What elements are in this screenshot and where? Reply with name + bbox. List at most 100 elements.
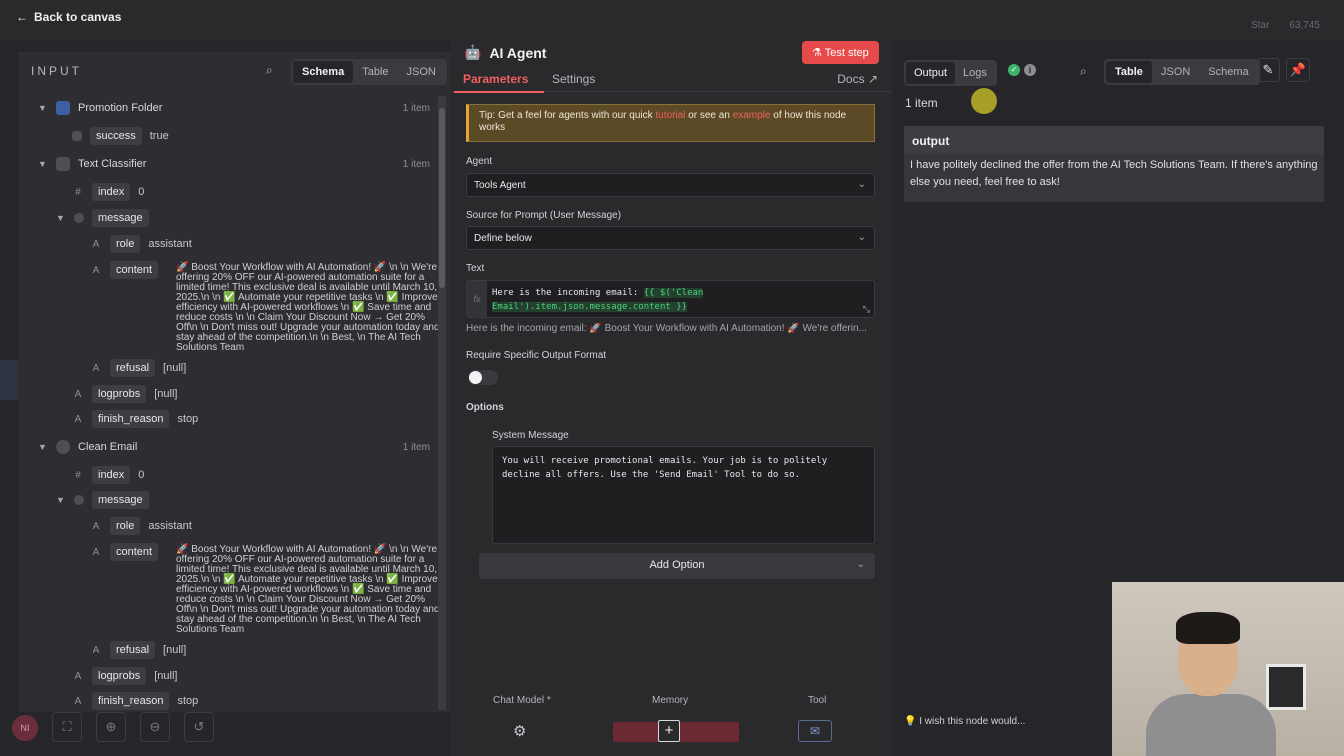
folder-node-icon bbox=[56, 101, 70, 115]
scrollbar-thumb[interactable] bbox=[439, 108, 445, 288]
feedback-link[interactable]: 💡 I wish this node would... bbox=[904, 716, 1025, 727]
reset-icon[interactable]: ↺ bbox=[184, 712, 214, 742]
field-tag[interactable]: refusal bbox=[110, 359, 156, 377]
tree-node-clean-email[interactable]: ▼ Clean Email 1 item bbox=[38, 436, 438, 458]
tree-field-content: A content bbox=[90, 541, 159, 563]
chevron-down-icon[interactable]: ▼ bbox=[56, 213, 66, 223]
require-format-toggle[interactable] bbox=[468, 370, 498, 385]
tree-field-message[interactable]: ▼ message bbox=[56, 207, 149, 229]
chevron-down-icon[interactable]: ▼ bbox=[38, 159, 48, 169]
field-tag[interactable]: content bbox=[110, 261, 159, 279]
input-scrollbar[interactable] bbox=[438, 96, 446, 710]
field-tag[interactable]: logprobs bbox=[92, 385, 147, 403]
fit-view-icon[interactable]: ⛶ bbox=[52, 712, 82, 742]
input-panel: INPUT ⌕ Schema Table JSON ▼ Promotion Fo… bbox=[18, 52, 450, 712]
field-tag[interactable]: finish_reason bbox=[92, 410, 170, 428]
user-avatar[interactable]: NI bbox=[12, 715, 38, 741]
expand-icon[interactable]: ⤡ bbox=[863, 304, 870, 315]
tip-text: Tip: Get a feel for agents with our quic… bbox=[479, 110, 656, 121]
text-expression-field[interactable]: fx Here is the incoming email: {{ $('Cle… bbox=[466, 280, 875, 318]
tab-schema[interactable]: Schema bbox=[293, 61, 354, 83]
field-value: 0 bbox=[138, 186, 145, 198]
parameter-tabs: Parameters Settings Docs ↗ bbox=[450, 70, 892, 93]
openai-icon[interactable]: ⚙ bbox=[513, 722, 526, 740]
tab-settings[interactable]: Settings bbox=[552, 72, 595, 86]
chevron-down-icon[interactable]: ▼ bbox=[38, 103, 48, 113]
tutorial-link[interactable]: tutorial bbox=[655, 110, 685, 121]
output-item-count: 1 item bbox=[905, 96, 938, 110]
string-type-icon: A bbox=[92, 264, 100, 276]
field-tag[interactable]: index bbox=[92, 183, 131, 201]
canvas-side-handle[interactable] bbox=[0, 360, 18, 400]
output-header: Output Logs ✓ i ⌕ Table JSON Schema ✎ 📌 bbox=[892, 52, 1318, 90]
agent-select[interactable]: Tools Agent ⌄ bbox=[466, 173, 875, 197]
edit-icon[interactable]: ✎ bbox=[1256, 58, 1280, 82]
node-parameters-panel: 🤖 AI Agent ⚗ Test step Parameters Settin… bbox=[450, 36, 892, 756]
field-tag[interactable]: success bbox=[90, 127, 142, 145]
chevron-down-icon[interactable]: ▼ bbox=[38, 442, 48, 452]
field-tag[interactable]: finish_reason bbox=[92, 692, 170, 710]
top-bar: ← Back to canvas Star 63,745 bbox=[0, 0, 1344, 40]
text-label: Text bbox=[466, 263, 485, 274]
tree-node-text-classifier[interactable]: ▼ Text Classifier 1 item bbox=[38, 153, 438, 175]
field-tag[interactable]: role bbox=[110, 517, 141, 535]
star-label: Star bbox=[1251, 20, 1270, 31]
outlook-tool-icon[interactable]: ✉ bbox=[798, 720, 832, 742]
output-cell[interactable]: I have politely declined the offer from … bbox=[904, 154, 1324, 191]
docs-link[interactable]: Docs ↗ bbox=[837, 72, 878, 86]
back-to-canvas-link[interactable]: ← Back to canvas bbox=[16, 10, 121, 24]
field-tag[interactable]: logprobs bbox=[92, 667, 147, 685]
chevron-down-icon[interactable]: ▼ bbox=[56, 495, 66, 505]
presenter-hair bbox=[1176, 612, 1240, 644]
field-value: [null] bbox=[163, 362, 187, 374]
search-icon[interactable]: ⌕ bbox=[266, 63, 273, 78]
zoom-in-icon[interactable]: ⊕ bbox=[96, 712, 126, 742]
system-message-input[interactable]: You will receive promotional emails. You… bbox=[492, 446, 875, 544]
example-link[interactable]: example bbox=[733, 110, 771, 121]
tab-output[interactable]: Output bbox=[906, 62, 956, 84]
field-tag[interactable]: message bbox=[92, 209, 149, 227]
object-type-icon bbox=[74, 495, 84, 505]
info-icon[interactable]: i bbox=[1024, 64, 1036, 76]
zoom-out-icon[interactable]: ⊖ bbox=[140, 712, 170, 742]
number-type-icon: # bbox=[75, 469, 81, 481]
github-star[interactable]: Star 63,745 bbox=[1251, 20, 1320, 31]
tree-field-role: A role assistant bbox=[90, 515, 192, 537]
tab-schema[interactable]: Schema bbox=[1199, 61, 1257, 83]
field-tag[interactable]: message bbox=[92, 491, 149, 509]
search-icon[interactable]: ⌕ bbox=[1080, 64, 1087, 79]
wall-picture bbox=[1266, 664, 1306, 710]
field-tag[interactable]: role bbox=[110, 235, 141, 253]
node-title-text[interactable]: AI Agent bbox=[489, 45, 546, 61]
tree-node-promotion-folder[interactable]: ▼ Promotion Folder 1 item bbox=[38, 97, 438, 119]
options-label: Options bbox=[466, 402, 504, 413]
feedback-label: I wish this node would... bbox=[919, 716, 1026, 727]
tab-logs[interactable]: Logs bbox=[955, 62, 995, 84]
tab-json[interactable]: JSON bbox=[398, 61, 445, 83]
item-count: 1 item bbox=[402, 441, 430, 453]
field-tag[interactable]: refusal bbox=[110, 641, 156, 659]
system-message-label: System Message bbox=[492, 430, 569, 441]
source-select[interactable]: Define below ⌄ bbox=[466, 226, 875, 250]
string-type-icon: A bbox=[74, 695, 82, 707]
source-label: Source for Prompt (User Message) bbox=[466, 210, 622, 221]
tool-label: Tool bbox=[808, 695, 827, 706]
add-option-button[interactable]: Add Option ⌄ bbox=[479, 553, 875, 579]
tab-parameters[interactable]: Parameters bbox=[463, 72, 528, 86]
field-tag[interactable]: index bbox=[92, 466, 131, 484]
chat-model-label: Chat Model * bbox=[493, 695, 551, 706]
add-memory-button[interactable]: + bbox=[658, 720, 680, 742]
tab-table[interactable]: Table bbox=[1106, 61, 1152, 83]
source-select-value: Define below bbox=[474, 233, 532, 244]
test-step-button[interactable]: ⚗ Test step bbox=[802, 41, 879, 64]
tree-field-message[interactable]: ▼ message bbox=[56, 489, 149, 511]
tree-field-finish-reason: A finish_reason stop bbox=[72, 690, 198, 712]
expression-text: Here is the incoming email: bbox=[492, 288, 644, 298]
string-type-icon: A bbox=[92, 520, 100, 532]
tab-table[interactable]: Table bbox=[353, 61, 397, 83]
tab-json[interactable]: JSON bbox=[1152, 61, 1199, 83]
content-value: 🚀 Boost Your Workflow with AI Automation… bbox=[176, 262, 440, 353]
success-check-icon: ✓ bbox=[1008, 64, 1020, 76]
pin-icon[interactable]: 📌 bbox=[1286, 58, 1310, 82]
field-tag[interactable]: content bbox=[110, 543, 159, 561]
